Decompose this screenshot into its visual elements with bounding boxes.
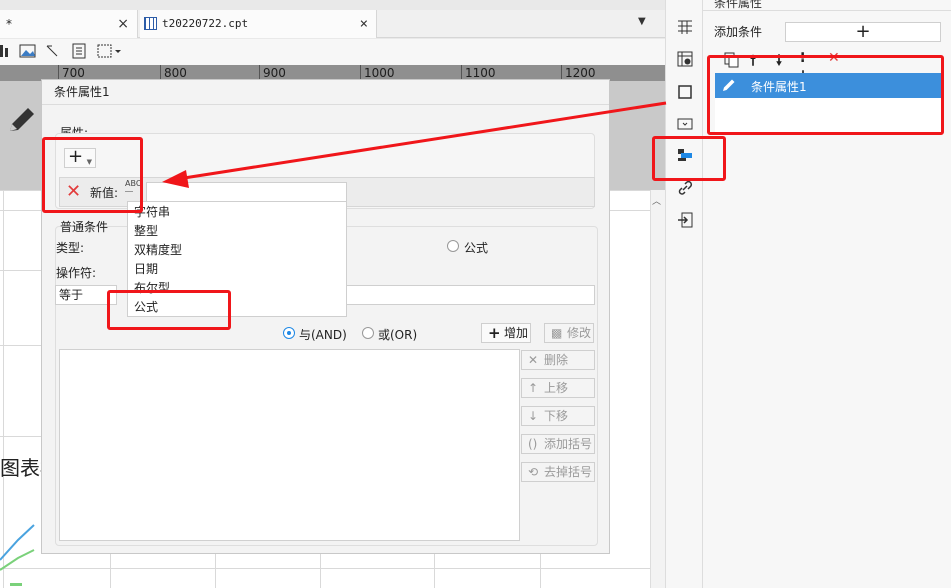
annotation-arrow — [162, 101, 667, 188]
